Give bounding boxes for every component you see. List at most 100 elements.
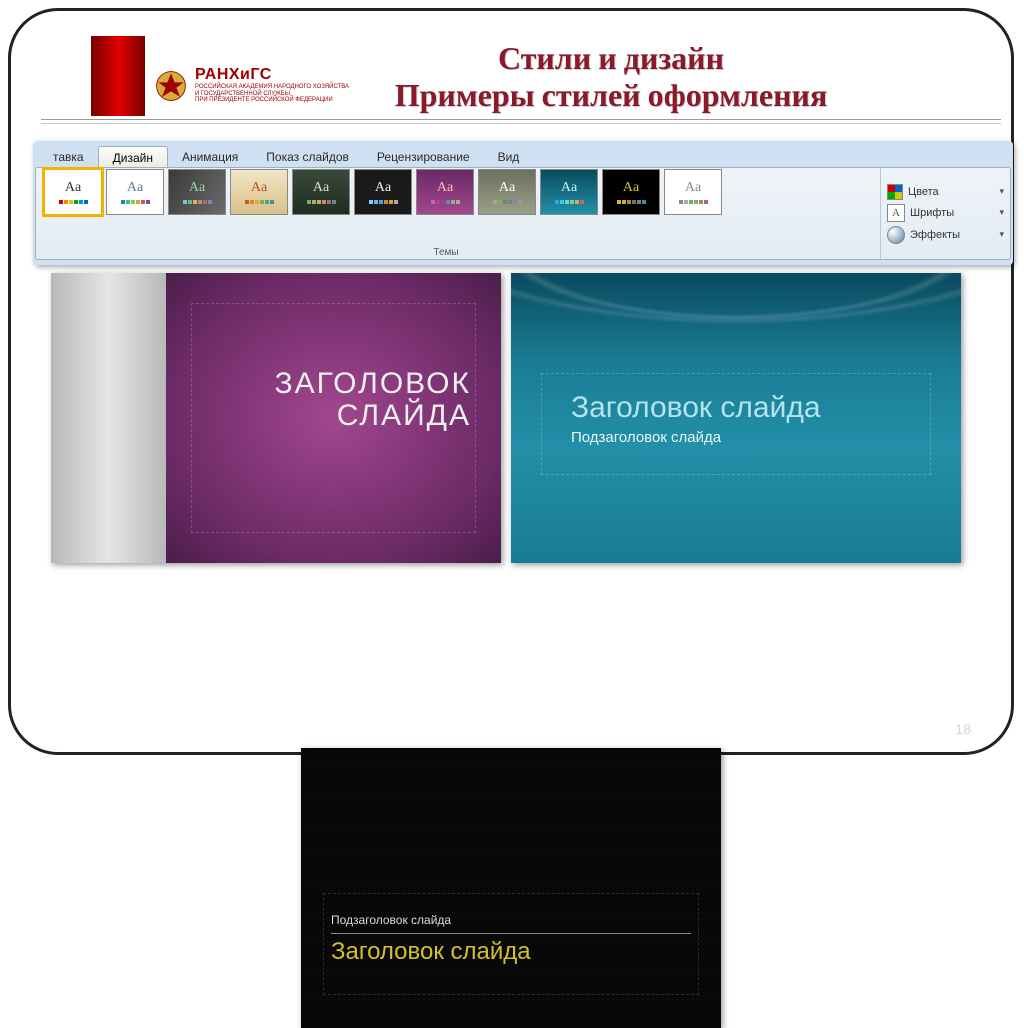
themes-group-label: Темы [36, 247, 856, 258]
fonts-label: Шрифты [910, 207, 954, 219]
swatch [575, 200, 579, 204]
swatch [513, 200, 517, 204]
theme-aa-label: Aa [685, 180, 701, 196]
swatch [704, 200, 708, 204]
theme-thumb-2[interactable]: Aa [106, 169, 164, 215]
theme-thumb-6[interactable]: Aa [354, 169, 412, 215]
powerpoint-ribbon: тавка Дизайн Анимация Показ слайдов Реце… [33, 141, 1013, 265]
swatch [255, 200, 259, 204]
theme-swatch-row [679, 200, 708, 204]
swatch [327, 200, 331, 204]
swatch [632, 200, 636, 204]
swatch [679, 200, 683, 204]
fonts-icon: A [887, 204, 905, 222]
theme-thumb-5[interactable]: Aa [292, 169, 350, 215]
swatch [456, 200, 460, 204]
swatch [560, 200, 564, 204]
colors-dropdown[interactable]: Цвета ▾ [887, 183, 1004, 201]
theme-swatch-row [555, 200, 584, 204]
theme-aa-label: Aa [623, 180, 639, 196]
title-underline-shadow [41, 123, 1001, 124]
title-underline [41, 119, 1001, 120]
swatch [59, 200, 63, 204]
effects-dropdown[interactable]: Эффекты ▾ [887, 225, 1004, 245]
swatch [508, 200, 512, 204]
swatch [198, 200, 202, 204]
swatch [193, 200, 197, 204]
swatch [265, 200, 269, 204]
dropdown-arrow-icon: ▾ [999, 186, 1004, 197]
theme-thumb-7[interactable]: Aa [416, 169, 474, 215]
theme-aa-label: Aa [313, 180, 329, 196]
swatch [131, 200, 135, 204]
emblem-icon [153, 68, 189, 104]
swatch [84, 200, 88, 204]
swatch [126, 200, 130, 204]
theme-thumb-9[interactable]: Aa [540, 169, 598, 215]
swatch [637, 200, 641, 204]
teal-title: Заголовок слайда [571, 393, 921, 423]
theme-thumb-11[interactable]: Aa [664, 169, 722, 215]
slide-title: Стили и дизайн Примеры стилей оформления [271, 41, 951, 115]
teal-subtitle: Подзаголовок слайда [571, 429, 921, 446]
colors-label: Цвета [908, 186, 939, 198]
swatch [250, 200, 254, 204]
fonts-dropdown[interactable]: A Шрифты ▾ [887, 203, 1004, 223]
ribbon-theme-options: Цвета ▾ A Шрифты ▾ Эффекты ▾ [880, 168, 1010, 259]
effects-icon [887, 226, 905, 244]
effects-label: Эффекты [910, 229, 960, 241]
black-subtitle: Подзаголовок слайда [331, 913, 691, 927]
swatch [64, 200, 68, 204]
theme-swatch-row [493, 200, 522, 204]
theme-thumb-8[interactable]: Aa [478, 169, 536, 215]
theme-thumb-3[interactable]: Aa [168, 169, 226, 215]
swatch [493, 200, 497, 204]
swatch [446, 200, 450, 204]
swatch [394, 200, 398, 204]
swatch [565, 200, 569, 204]
swatch [379, 200, 383, 204]
swatch [441, 200, 445, 204]
swatch [689, 200, 693, 204]
black-title: Заголовок слайда [331, 938, 691, 966]
dropdown-arrow-icon: ▾ [999, 229, 1004, 240]
swatch [570, 200, 574, 204]
theme-aa-label: Aa [375, 180, 391, 196]
swatch [332, 200, 336, 204]
swatch [369, 200, 373, 204]
theme-aa-label: Aa [561, 180, 577, 196]
swatch [69, 200, 73, 204]
theme-thumb-1[interactable]: Aa [44, 169, 102, 215]
theme-thumb-10[interactable]: Aa [602, 169, 660, 215]
theme-aa-label: Aa [189, 180, 205, 196]
swatch [555, 200, 559, 204]
swatch [627, 200, 631, 204]
theme-aa-label: Aa [251, 180, 267, 196]
swatch [617, 200, 621, 204]
theme-aa-label: Aa [65, 180, 81, 196]
theme-swatch-row [431, 200, 460, 204]
example-slide-black: Подзаголовок слайда Заголовок слайда [301, 748, 721, 1028]
theme-aa-label: Aa [437, 180, 453, 196]
theme-swatch-row [617, 200, 646, 204]
swatch [436, 200, 440, 204]
title-line-1: Стили и дизайн [271, 41, 951, 78]
theme-thumb-4[interactable]: Aa [230, 169, 288, 215]
theme-swatch-row [307, 200, 336, 204]
swatch [374, 200, 378, 204]
theme-aa-label: Aa [127, 180, 143, 196]
swatch [642, 200, 646, 204]
swatch [431, 200, 435, 204]
swatch [121, 200, 125, 204]
swatch [518, 200, 522, 204]
theme-swatch-row [121, 200, 150, 204]
swatch [451, 200, 455, 204]
swatch [317, 200, 321, 204]
theme-swatch-row [183, 200, 212, 204]
swatch [684, 200, 688, 204]
swatch [322, 200, 326, 204]
swatch [141, 200, 145, 204]
dropdown-arrow-icon: ▾ [999, 207, 1004, 218]
example-slide-purple: ЗАГОЛОВОК СЛАЙДА [51, 273, 501, 563]
theme-swatch-row [369, 200, 398, 204]
